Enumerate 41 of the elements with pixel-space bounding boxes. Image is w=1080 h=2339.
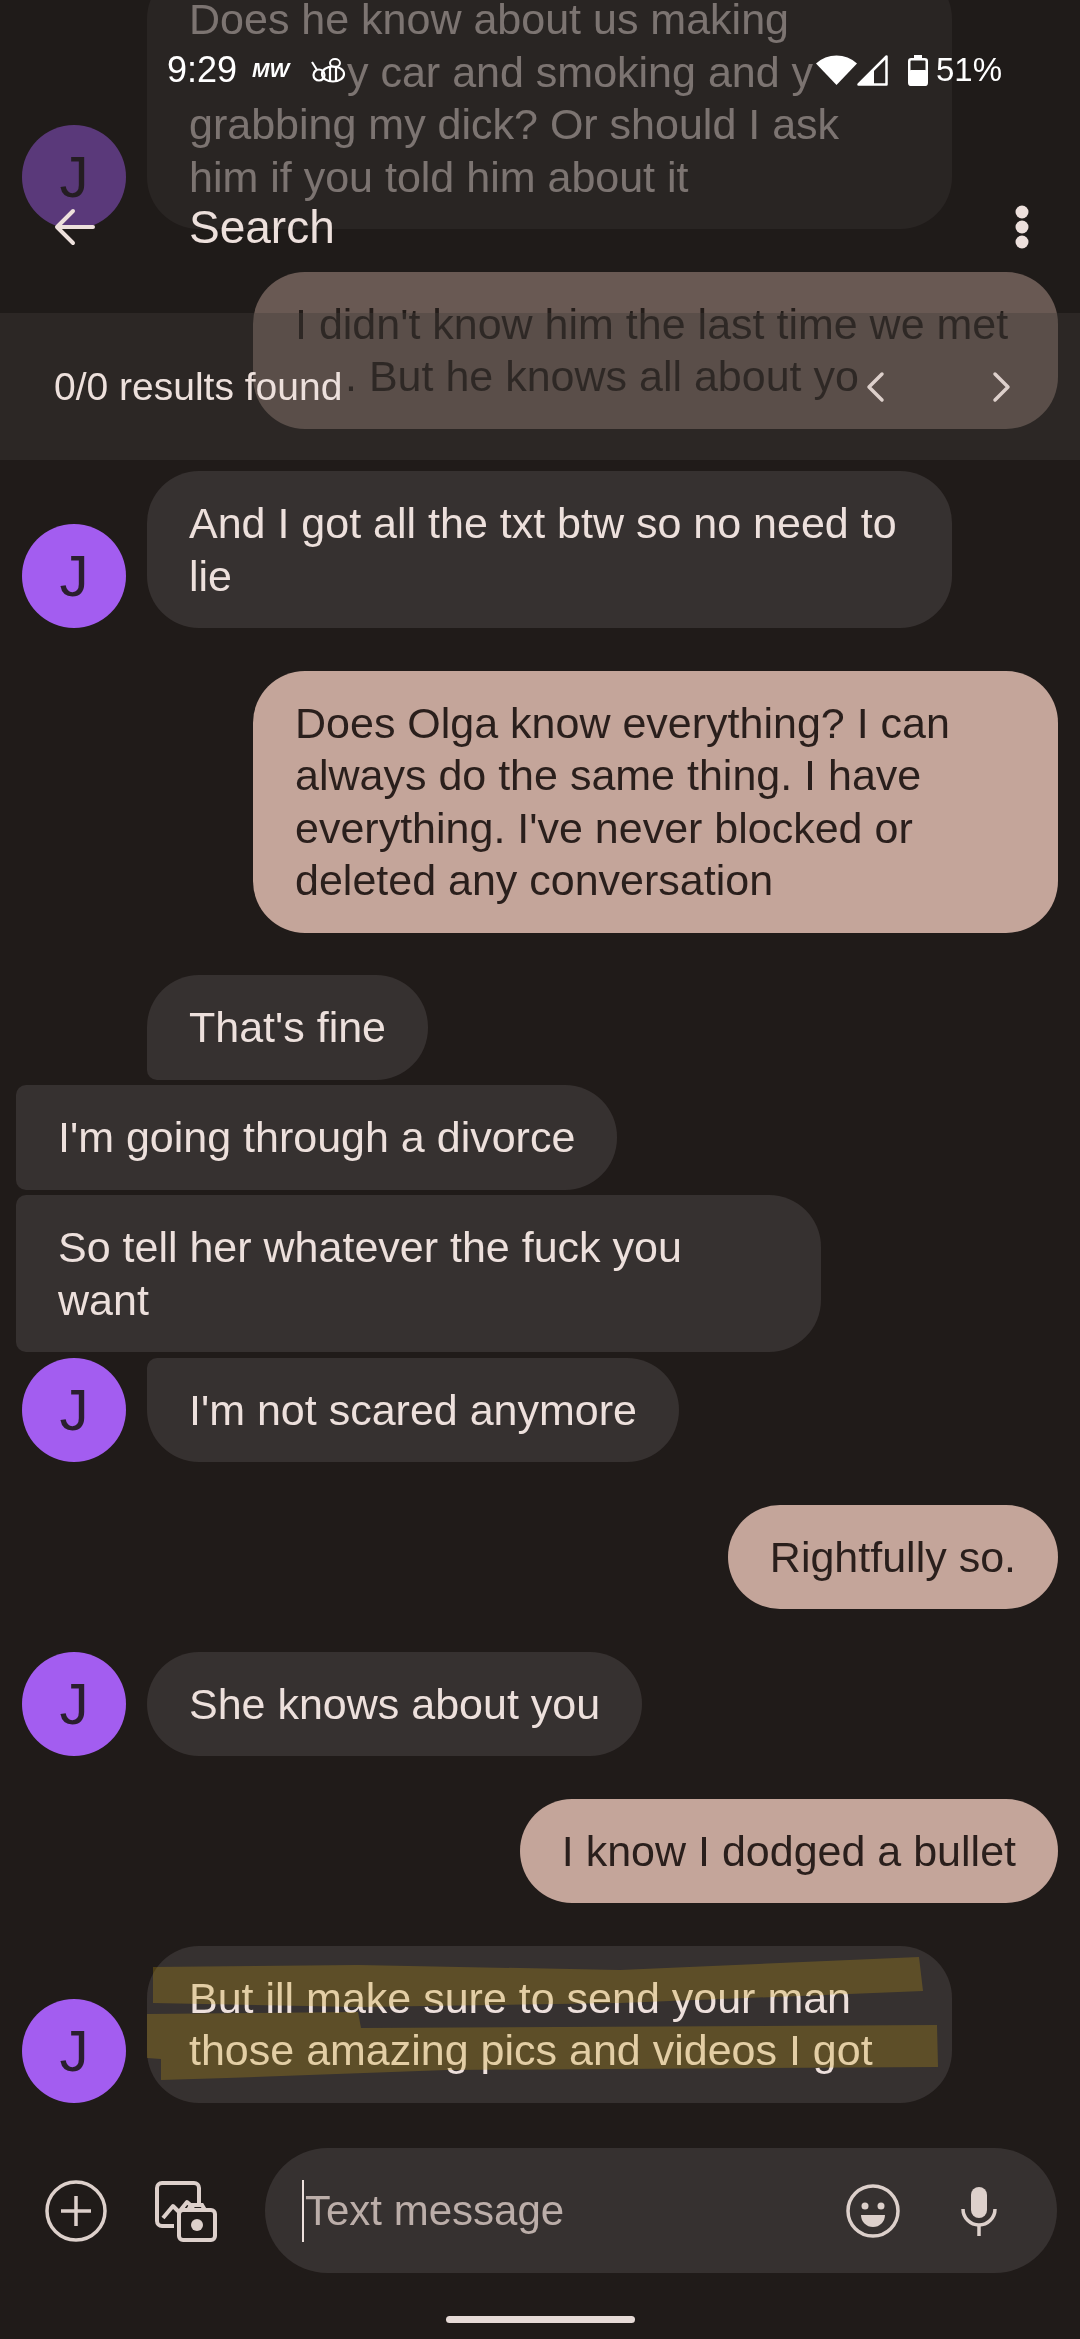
battery-percent: 51% — [935, 51, 1002, 89]
compose-field[interactable]: Text message — [265, 2148, 1057, 2273]
message-text: So tell her whatever the fuck you want — [58, 1222, 683, 1326]
message-text: him if you told him about it — [189, 151, 689, 203]
battery-icon — [907, 54, 928, 86]
message-text: She knows about you — [189, 1678, 601, 1730]
contact-avatar: J — [22, 1652, 126, 1756]
smiley-icon — [846, 2183, 900, 2238]
chevron-right-icon — [992, 370, 1012, 403]
message-text: grabbing my dick? Or should I ask — [189, 99, 840, 150]
message-text: I'm going through a divorce — [58, 1112, 576, 1163]
message-text: I know I dodged a bullet — [561, 1825, 1016, 1877]
message-text: I'm not scared anymore — [189, 1384, 637, 1436]
plus-circle-icon — [45, 2179, 107, 2242]
contact-avatar: J — [22, 1358, 126, 1462]
app-bar-title: Search — [189, 200, 335, 254]
add-button[interactable] — [45, 2179, 107, 2242]
chevron-left-icon — [865, 370, 885, 403]
text-message-input[interactable]: Text message — [305, 2186, 826, 2235]
message-text: y car and smoking and y — [347, 46, 814, 98]
results-summary: 0/0 results found — [54, 364, 343, 409]
contact-avatar: J — [22, 524, 126, 628]
contact-avatar: J — [22, 1998, 126, 2103]
message-text: Does Olga know everything? I can always do the same thing. I have everything. I've never blocked or deleted any conversation — [295, 697, 951, 906]
message-text: That's fine — [189, 1002, 387, 1053]
text-cursor-icon — [302, 2179, 304, 2242]
microphone-icon — [960, 2185, 998, 2236]
back-arrow-icon — [53, 207, 95, 246]
notification-label: MW — [252, 58, 290, 82]
message-text: But ill make sure to send your man those amazing pics and videos I got — [189, 1972, 874, 2076]
emoji-button[interactable] — [846, 2183, 900, 2238]
gallery-button[interactable] — [154, 2179, 217, 2242]
message-text: Rightfully so. — [769, 1531, 1016, 1583]
status-time: 9:29 — [167, 49, 238, 91]
signal-icon — [856, 54, 888, 86]
message-text: Does he know about us making — [189, 0, 789, 45]
microphone-button[interactable] — [960, 2185, 998, 2236]
more-vert-icon — [1015, 204, 1029, 249]
message-text: And I got all the txt btw so no need to lie — [189, 498, 898, 602]
image-camera-icon — [154, 2179, 217, 2242]
bee-icon — [310, 57, 347, 83]
